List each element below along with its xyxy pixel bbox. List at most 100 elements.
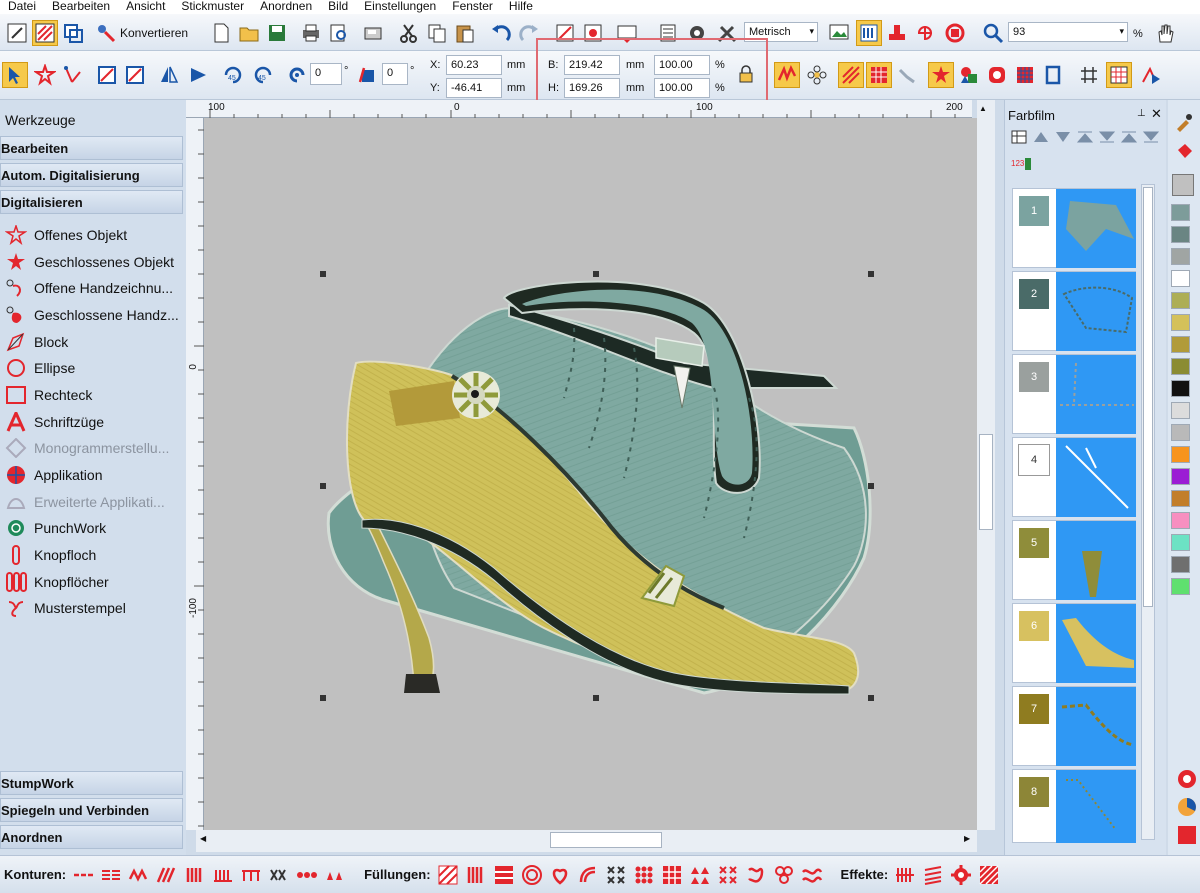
scroll-left-icon[interactable]: ◀ [200,834,206,843]
select-points-icon[interactable] [60,62,86,88]
shapes-icon[interactable] [956,62,982,88]
section-anordnen[interactable]: Anordnen [0,825,183,849]
menu-hilfe[interactable]: Hilfe [501,0,541,14]
palette-swatch[interactable] [1171,204,1190,221]
embroidery-design[interactable] [204,118,977,830]
select-arrow-icon[interactable] [2,62,28,88]
print-icon[interactable] [298,20,324,46]
palette-swatch[interactable] [1171,358,1190,375]
section-bearbeiten[interactable]: Bearbeiten [0,136,183,160]
eyedropper-icon[interactable] [1174,112,1194,135]
vertical-scrollbar[interactable]: ▲ [977,100,995,830]
move-bottom-icon[interactable] [1099,130,1115,144]
menu-datei[interactable]: Datei [0,0,44,14]
palette-swatch[interactable] [1171,248,1190,265]
hoop-icon[interactable] [942,20,968,46]
tool-knopfloch[interactable]: Knopfloch [4,543,96,567]
table-grid-icon[interactable] [1106,62,1132,88]
fill-pattern-icon[interactable] [493,864,515,886]
overlap-icon[interactable] [60,20,86,46]
menu-stickmuster[interactable]: Stickmuster [173,0,252,14]
palette-swatch[interactable] [1171,424,1190,441]
fill-cross-stitch-icon[interactable] [605,864,627,886]
tool-rechteck[interactable]: Rechteck [4,383,92,407]
farbfilm-item-3[interactable]: 3 [1012,354,1136,434]
menu-anordnen[interactable]: Anordnen [252,0,320,14]
new-file-icon[interactable] [208,20,234,46]
fill-tatami-icon[interactable] [437,864,459,886]
outline-bead-icon[interactable] [296,864,318,886]
menu-bild[interactable]: Bild [320,0,356,14]
tool-schriftzuege[interactable]: Schriftzüge [4,410,104,434]
edit-mode-icon[interactable] [4,20,30,46]
farbfilm-item-2[interactable]: 2 [1012,271,1136,351]
tool-geschlossenes-objekt[interactable]: Geschlossenes Objekt [4,250,174,274]
stitch-play-icon[interactable] [1138,62,1164,88]
palette-swatch[interactable] [1171,468,1190,485]
konvertieren-button[interactable]: Konvertieren [95,22,188,44]
show-design-icon[interactable] [856,20,882,46]
fill-satin-icon[interactable] [465,864,487,886]
slant-icon[interactable] [354,62,380,88]
effect-texture-icon[interactable] [978,864,1000,886]
palette-swatch[interactable] [1171,578,1190,595]
satin-icon[interactable] [774,62,800,88]
fill-knot-icon[interactable] [773,864,795,886]
mirror-vertical-icon[interactable] [186,62,212,88]
pattern-fill-icon[interactable] [866,62,892,88]
farbfilm-item-6[interactable]: 6 [1012,603,1136,683]
move-first-icon[interactable] [1121,130,1137,144]
fill-scroll-icon[interactable] [745,864,767,886]
fill-contour-icon[interactable] [549,864,571,886]
palette-swatch[interactable] [1171,336,1190,353]
farbfilm-scrollbar[interactable] [1141,184,1155,840]
horizontal-scroll-thumb[interactable] [550,832,662,848]
outline-cross-icon[interactable] [268,864,290,886]
move-down-icon[interactable] [1055,130,1071,144]
farbfilm-item-5[interactable]: 5 [1012,520,1136,600]
palette-swatch[interactable] [1171,314,1190,331]
tool-musterstempel[interactable]: Musterstempel [4,596,126,620]
rotate-icon[interactable] [284,62,310,88]
palette-swatch[interactable] [1171,226,1190,243]
tool-monogrammerstellung[interactable]: Monogrammerstellu... [4,436,169,460]
thread-spool-icon[interactable] [1176,768,1198,793]
vertical-scroll-thumb[interactable] [979,434,993,530]
paint-bucket-icon[interactable] [1174,142,1194,165]
rotate-angle-input[interactable]: 0 [310,63,342,85]
effect-stitch-angle-icon[interactable] [922,864,944,886]
outline-triple-icon[interactable] [100,864,122,886]
color-wheel-icon[interactable] [1176,796,1198,821]
flower-icon[interactable] [804,62,830,88]
section-digitalisieren[interactable]: Digitalisieren [0,190,183,214]
menu-fenster[interactable]: Fenster [444,0,501,14]
open-folder-icon[interactable] [236,20,262,46]
cut-icon[interactable] [396,20,422,46]
palette-swatch[interactable] [1171,380,1190,397]
palette-swatch[interactable] [1171,512,1190,529]
farbfilm-scroll-thumb[interactable] [1143,187,1153,607]
palette-swatch[interactable] [1171,490,1190,507]
farbfilm-item-8[interactable]: 8 [1012,769,1136,843]
section-stumpwork[interactable]: StumpWork [0,771,183,795]
zoom-input[interactable]: 93 ▾ [1008,22,1128,42]
menu-einstellungen[interactable]: Einstellungen [356,0,444,14]
outline-motif-icon[interactable] [324,864,346,886]
stitch-mode-icon[interactable] [32,20,58,46]
palette-swatch[interactable] [1171,556,1190,573]
copy-icon[interactable] [424,20,450,46]
frame-icon[interactable] [1040,62,1066,88]
tool-knopfloecher[interactable]: Knopflöcher [4,570,109,594]
thread-chart-icon[interactable] [1176,824,1198,849]
move-top-icon[interactable] [1077,130,1093,144]
palette-swatch[interactable] [1171,292,1190,309]
section-autom-digitalisierung[interactable]: Autom. Digitalisierung [0,163,183,187]
tool-applikation[interactable]: Applikation [4,463,103,487]
palette-swatch[interactable] [1171,534,1190,551]
scale-icon[interactable] [94,62,120,88]
close-icon[interactable]: ✕ [1151,106,1162,122]
background-color-swatch[interactable] [1172,174,1194,196]
pan-hand-icon[interactable] [1152,20,1178,46]
show-image-icon[interactable] [826,20,852,46]
stamp-icon[interactable] [884,20,910,46]
